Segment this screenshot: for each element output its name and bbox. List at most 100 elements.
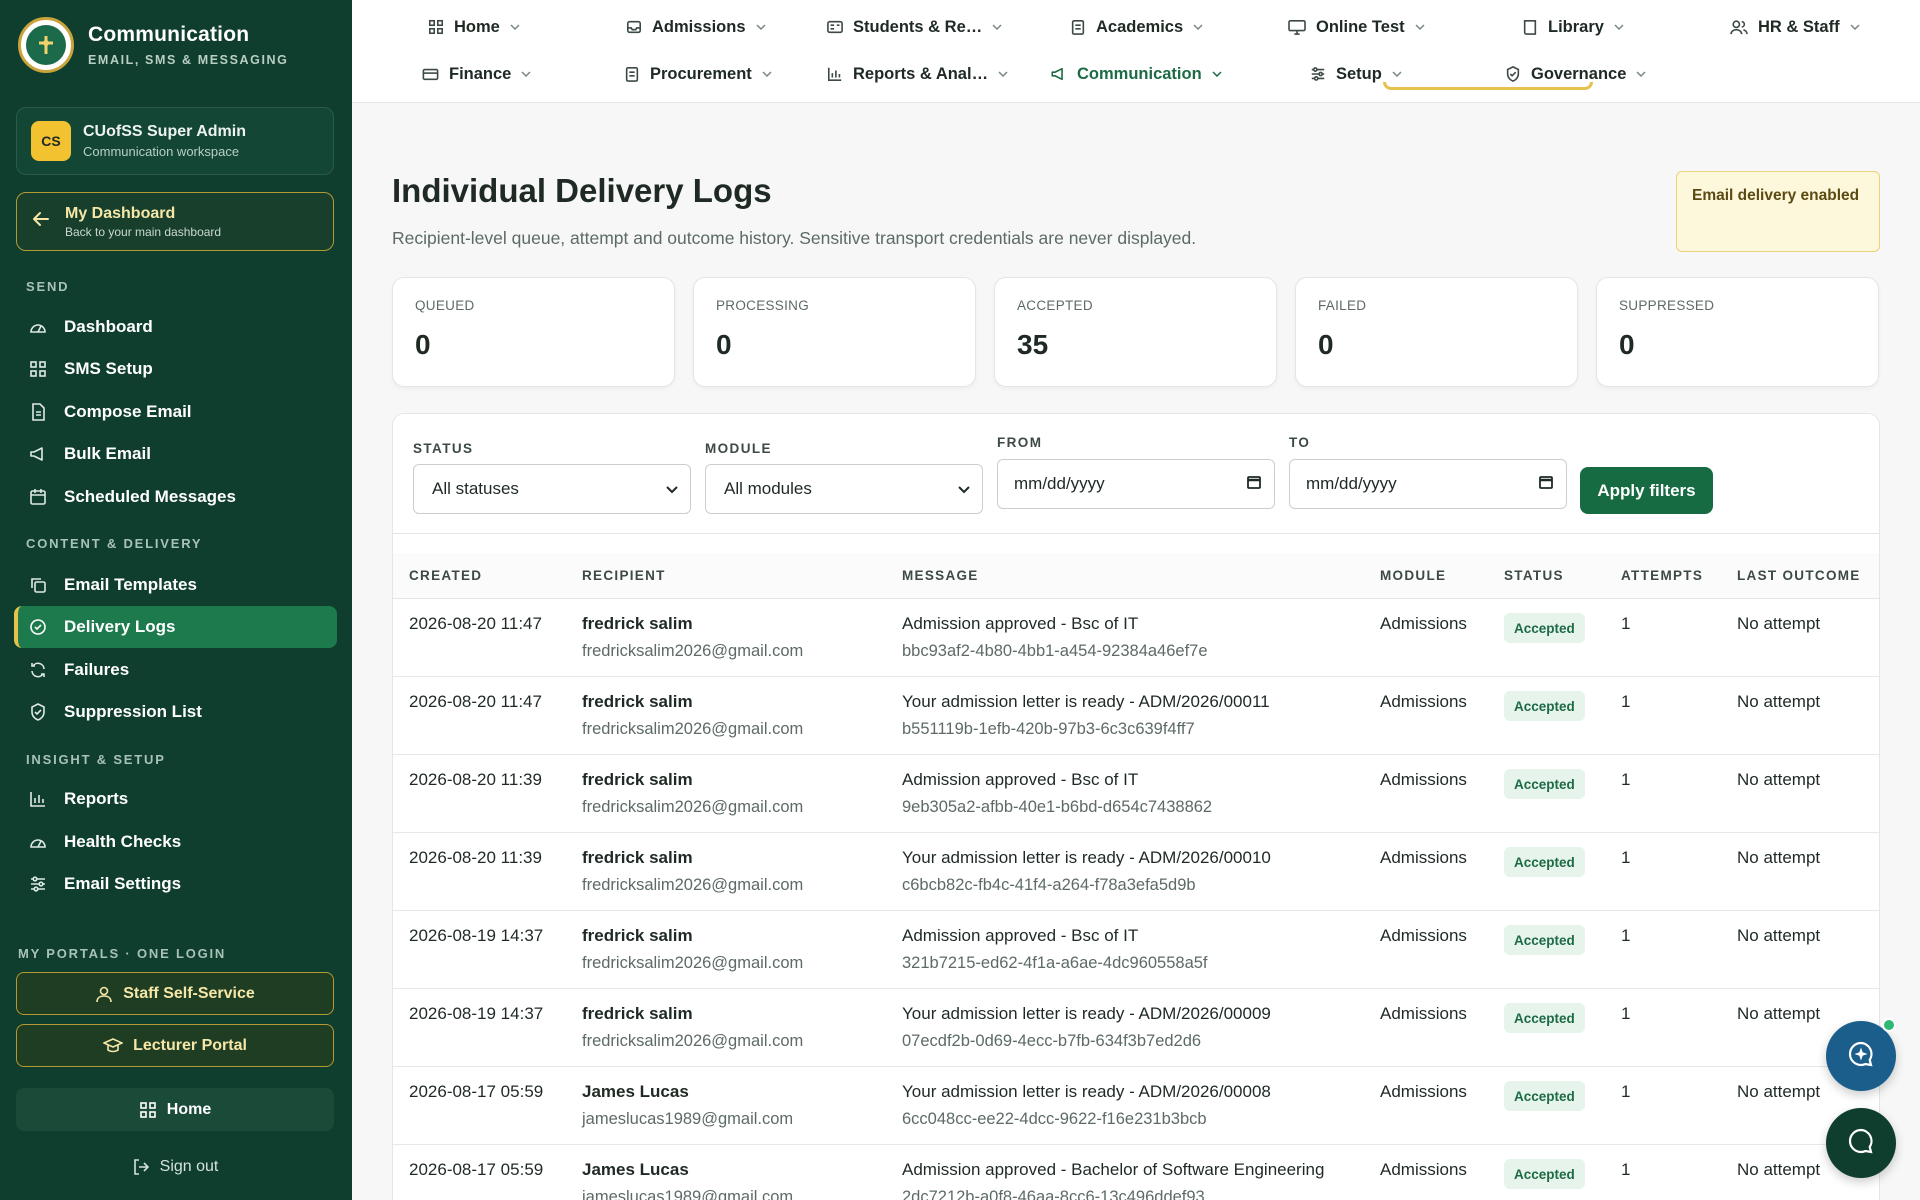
lecturer-portal-button[interactable]: Lecturer Portal	[16, 1024, 334, 1067]
clipboard-icon	[624, 66, 640, 82]
column-header-attempts[interactable]: ATTEMPTS	[1621, 568, 1703, 583]
megaphone-icon	[1050, 66, 1067, 82]
sidebar-item-health-checks[interactable]: Health Checks	[14, 821, 337, 863]
message-subject: Your admission letter is ready - ADM/202…	[902, 848, 1271, 867]
apply-filters-button[interactable]: Apply filters	[1580, 467, 1713, 514]
table-row[interactable]: 2026-08-20 11:47 fredrick salim fredricks…	[393, 599, 1879, 677]
chevron-down-icon	[756, 24, 766, 30]
sidebar-item-scheduled-messages[interactable]: Scheduled Messages	[14, 476, 337, 518]
topnav-academics[interactable]: Academics	[1070, 12, 1203, 42]
section-send: SEND	[26, 279, 70, 294]
sidebar-item-compose-email[interactable]: Compose Email	[14, 391, 337, 433]
attempts-cell: 1	[1621, 926, 1631, 945]
topnav-hr-staff[interactable]: HR & Staff	[1730, 12, 1860, 42]
stat-label: PROCESSING	[716, 298, 810, 313]
support-chat-button[interactable]	[1826, 1108, 1896, 1178]
bar-chart-icon	[827, 66, 843, 82]
staff-self-service-button[interactable]: Staff Self-Service	[16, 972, 334, 1015]
sign-out-button[interactable]: Sign out	[16, 1152, 334, 1182]
topnav-label: Online Test	[1316, 17, 1405, 36]
table-row[interactable]: 2026-08-20 11:47 fredrick salim fredricks…	[393, 677, 1879, 755]
attempts-cell: 1	[1621, 1082, 1631, 1101]
topnav-label: Governance	[1531, 64, 1627, 83]
stat-card-accepted: ACCEPTED 35	[994, 277, 1277, 387]
status-select-value: All statuses	[432, 479, 519, 498]
topnav-online-test[interactable]: Online Test	[1288, 12, 1425, 42]
module-select[interactable]: All modules	[705, 464, 983, 514]
chat-bubble-icon	[1846, 1126, 1876, 1161]
sidebar-item-bulk-email[interactable]: Bulk Email	[14, 433, 337, 475]
recipient-email: fredricksalim2026@gmail.com	[582, 876, 804, 894]
table-row[interactable]: 2026-08-19 14:37 fredrick salim fredricks…	[393, 911, 1879, 989]
chevron-down-icon	[510, 24, 520, 30]
topnav-governance[interactable]: Governance	[1505, 59, 1646, 89]
topnav-reports-analytics[interactable]: Reports & Anal…	[827, 59, 1008, 89]
chevron-down-icon	[958, 479, 970, 499]
table-row[interactable]: 2026-08-17 05:59 James Lucas jameslucas19…	[393, 1067, 1879, 1145]
from-date-input[interactable]: mm/dd/yyyy	[997, 459, 1275, 509]
sidebar-item-suppression-list[interactable]: Suppression List	[14, 691, 337, 733]
message-id: 9eb305a2-afbb-40e1-b6bd-d654c7438862	[902, 798, 1213, 816]
email-delivery-status-badge: Email delivery enabled	[1676, 171, 1880, 252]
attempts-cell: 1	[1621, 1160, 1631, 1179]
topnav-finance[interactable]: Finance	[422, 59, 531, 89]
table-row[interactable]: 2026-08-20 11:39 fredrick salim fredricks…	[393, 755, 1879, 833]
sidebar-item-failures[interactable]: Failures	[14, 649, 337, 691]
column-header-status[interactable]: STATUS	[1504, 568, 1564, 583]
dashboard-button-title: My Dashboard	[65, 204, 176, 222]
sidebar-item-sms-setup[interactable]: SMS Setup	[14, 348, 337, 390]
my-dashboard-button[interactable]: My Dashboard Back to your main dashboard	[16, 192, 334, 251]
topnav-procurement[interactable]: Procurement	[624, 59, 772, 89]
last-outcome-cell: No attempt	[1737, 926, 1821, 945]
home-label: Home	[166, 1100, 212, 1118]
created-cell: 2026-08-20 11:47	[409, 614, 542, 633]
status-badge: Accepted	[1504, 1003, 1585, 1033]
created-cell: 2026-08-20 11:39	[409, 848, 542, 867]
document-icon	[28, 402, 48, 422]
topnav-communication[interactable]: Communication	[1050, 59, 1222, 89]
module-select-value: All modules	[724, 479, 812, 498]
sidebar-item-reports[interactable]: Reports	[14, 778, 337, 820]
gauge-icon	[28, 317, 48, 337]
users-icon	[1730, 19, 1748, 35]
topnav-admissions[interactable]: Admissions	[626, 12, 766, 42]
topnav-home[interactable]: Home	[428, 12, 520, 42]
topnav-label: Setup	[1336, 64, 1382, 83]
table-row[interactable]: 2026-08-17 05:59 James Lucas jameslucas19…	[393, 1145, 1879, 1200]
inbox-icon	[626, 19, 642, 35]
user-role: Communication workspace	[83, 144, 240, 159]
attempts-cell: 1	[1621, 770, 1631, 789]
column-header-module[interactable]: MODULE	[1380, 568, 1446, 583]
topnav-setup[interactable]: Setup	[1310, 59, 1402, 89]
page-subtitle: Recipient-level queue, attempt and outco…	[392, 228, 1197, 248]
stat-value: 0	[1318, 329, 1334, 360]
message-cell: Admission approved - Bachelor of Softwar…	[902, 1160, 1324, 1200]
recipient-email: fredricksalim2026@gmail.com	[582, 642, 804, 660]
column-header-created[interactable]: CREATED	[409, 568, 482, 583]
section-content-delivery: CONTENT & DELIVERY	[26, 536, 203, 551]
column-header-last-outcome[interactable]: LAST OUTCOME	[1737, 568, 1861, 583]
sidebar-item-delivery-logs[interactable]: Delivery Logs	[14, 606, 337, 648]
sidebar-item-label: Bulk Email	[64, 444, 151, 463]
sidebar-item-dashboard[interactable]: Dashboard	[14, 306, 337, 348]
app-title: Communication	[88, 23, 250, 46]
topnav-students-records[interactable]: Students & Re…	[827, 12, 1002, 42]
user-card[interactable]: CS CUofSS Super Admin Communication work…	[16, 107, 334, 175]
copy-icon	[28, 575, 48, 595]
sidebar-item-email-settings[interactable]: Email Settings	[14, 863, 337, 905]
home-button[interactable]: Home	[16, 1088, 334, 1131]
sidebar-item-label: Scheduled Messages	[64, 487, 236, 506]
user-name: CUofSS Super Admin	[83, 123, 246, 140]
column-header-message[interactable]: MESSAGE	[902, 568, 979, 583]
sidebar-item-label: Health Checks	[64, 832, 182, 851]
sidebar-item-email-templates[interactable]: Email Templates	[14, 564, 337, 606]
attempts-cell: 1	[1621, 692, 1631, 711]
to-date-input[interactable]: mm/dd/yyyy	[1289, 459, 1567, 509]
message-subject: Admission approved - Bachelor of Softwar…	[902, 1160, 1325, 1179]
column-header-recipient[interactable]: RECIPIENT	[582, 568, 666, 583]
table-row[interactable]: 2026-08-19 14:37 fredrick salim fredricks…	[393, 989, 1879, 1067]
created-cell: 2026-08-17 05:59	[409, 1082, 544, 1101]
topnav-library[interactable]: Library	[1522, 12, 1624, 42]
status-select[interactable]: All statuses	[413, 464, 691, 514]
table-row[interactable]: 2026-08-20 11:39 fredrick salim fredricks…	[393, 833, 1879, 911]
